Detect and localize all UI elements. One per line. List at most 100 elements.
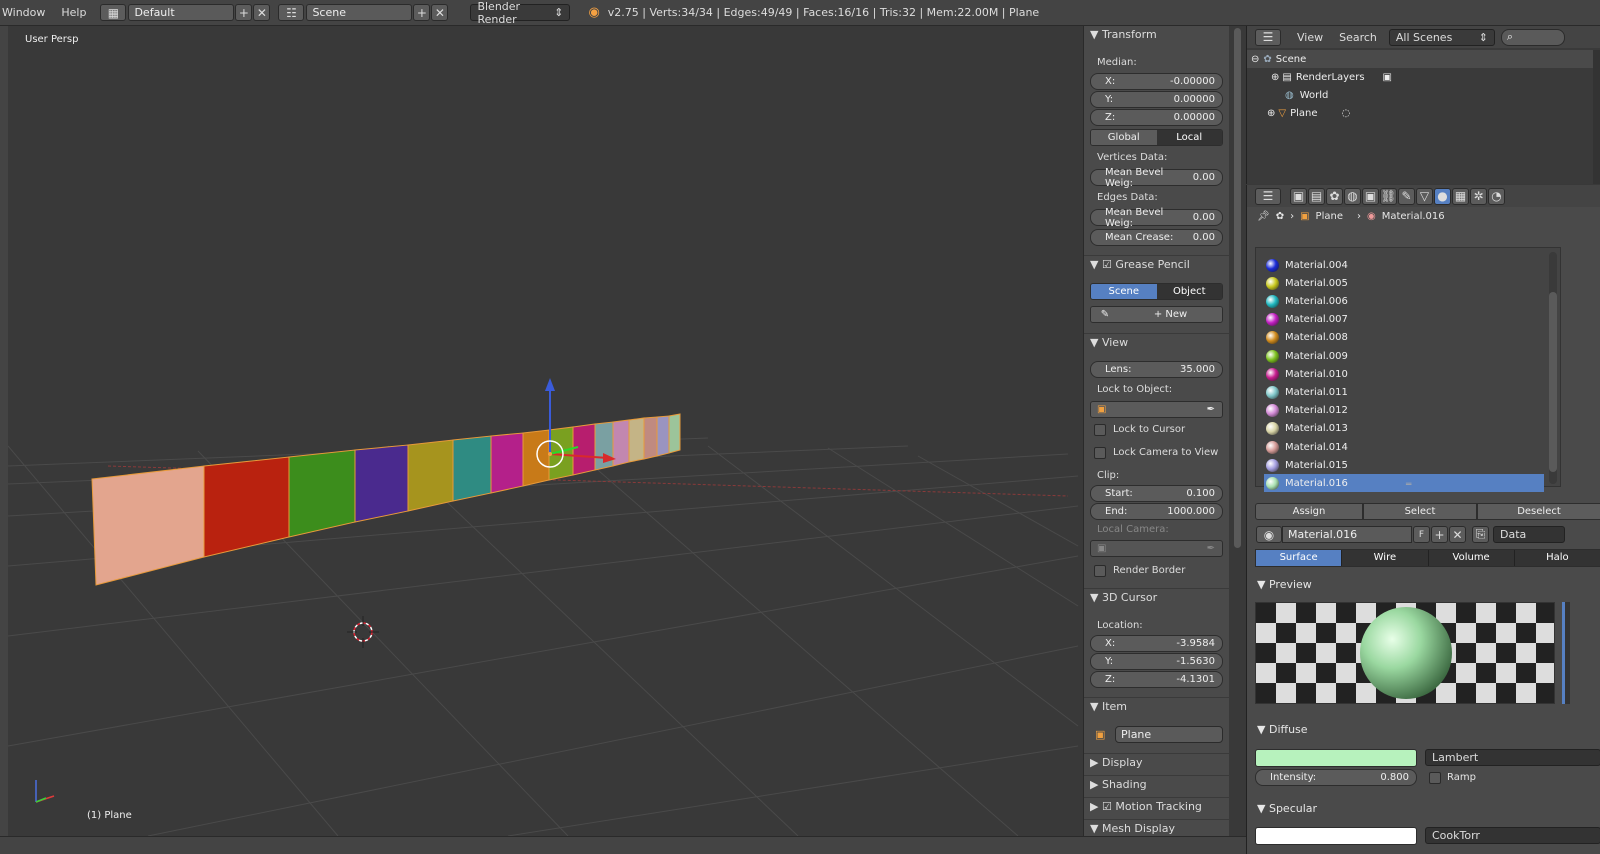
diffuse-shader-select[interactable]: Lambert <box>1425 749 1600 766</box>
material-list-item[interactable]: Material.011 <box>1264 383 1544 401</box>
list-scrollbar[interactable] <box>1549 252 1557 484</box>
layout-field[interactable]: Default <box>128 4 235 21</box>
screen-layout-icon[interactable]: ▦ <box>100 4 127 21</box>
shading-header[interactable]: ▶ Shading <box>1084 775 1230 795</box>
lock-object-field[interactable]: ▣ ✒ <box>1090 401 1223 418</box>
render-engine-select[interactable]: Blender Render ⇕ <box>470 0 571 26</box>
outliner-search-input[interactable]: ⌕ <box>1500 28 1565 46</box>
material-tab-icon[interactable]: ● <box>1434 187 1451 205</box>
wire-tab[interactable]: Wire <box>1341 550 1428 566</box>
z-arrow-head[interactable] <box>545 378 555 391</box>
material-list-item[interactable]: Material.007 <box>1264 311 1544 329</box>
diffuse-color-swatch[interactable] <box>1255 749 1417 767</box>
menu-window[interactable]: Window <box>0 6 53 19</box>
local-button[interactable]: Local <box>1156 130 1222 145</box>
material-list-item[interactable]: Material.012 <box>1264 402 1544 420</box>
n-panel-scrollbar[interactable] <box>1230 26 1245 836</box>
3d-cursor-header[interactable]: ▼ 3D Cursor <box>1084 588 1230 608</box>
assign-button[interactable]: Assign <box>1255 503 1363 520</box>
view-header[interactable]: ▼ View <box>1084 333 1230 353</box>
grease-pencil-header[interactable]: ▼ ☑ Grease Pencil <box>1084 255 1230 275</box>
collapse-icon[interactable]: ⊖ <box>1251 54 1259 65</box>
viewport-canvas[interactable] <box>7 26 1082 837</box>
grease-new-button[interactable]: + New <box>1119 307 1222 322</box>
specular-header[interactable]: ▼ Specular <box>1257 802 1317 815</box>
lock-cursor-checkbox[interactable] <box>1094 424 1106 436</box>
cursor-z-field[interactable]: Z: -4.1301 <box>1090 671 1223 688</box>
diffuse-intensity-slider[interactable]: Intensity: 0.800 <box>1255 769 1417 786</box>
material-slots-list[interactable]: Material.004 Material.005 Material.006 Mate… <box>1255 247 1561 493</box>
render-border-checkbox[interactable] <box>1094 565 1106 577</box>
outliner-row-scene[interactable]: ⊖ ✿ Scene <box>1247 50 1600 68</box>
3d-viewport[interactable]: User Persp (1) Plane <box>7 26 1082 837</box>
mean-bevel-vertex-field[interactable]: Mean Bevel Weig: 0.00 <box>1090 167 1223 189</box>
clip-start-field[interactable]: Start: 0.100 <box>1090 485 1223 502</box>
material-list-item[interactable]: Material.006 <box>1264 292 1544 310</box>
material-list-item[interactable]: Material.010 <box>1264 365 1544 383</box>
outliner-view-menu[interactable]: View <box>1289 31 1331 44</box>
select-button[interactable]: Select <box>1363 503 1477 520</box>
grease-scene-button[interactable]: Scene <box>1091 284 1157 299</box>
pin-icon[interactable]: 📌︎ <box>1257 211 1270 222</box>
item-header[interactable]: ▼ Item <box>1084 697 1230 717</box>
global-button[interactable]: Global <box>1091 130 1157 145</box>
mesh-plane-faces[interactable] <box>91 413 681 586</box>
material-name-field[interactable]: Material.016 <box>1282 526 1412 543</box>
add-scene-button[interactable]: + <box>413 4 431 21</box>
ramp-checkbox[interactable] <box>1429 772 1441 784</box>
properties-editor-type-icon[interactable]: ☰ <box>1255 187 1281 205</box>
new-material-button[interactable]: + <box>1431 526 1448 543</box>
lock-camera-checkbox[interactable] <box>1094 447 1106 459</box>
remove-scene-button[interactable]: ✕ <box>431 4 449 21</box>
object-tab-icon[interactable]: ▣ <box>1362 187 1379 205</box>
preview-side-buttons[interactable] <box>1562 602 1570 704</box>
expand-icon[interactable]: ⊕ <box>1267 108 1275 119</box>
add-layout-button[interactable]: + <box>235 4 253 21</box>
eyedropper-icon[interactable]: ✒ <box>1207 404 1215 415</box>
deselect-button[interactable]: Deselect <box>1477 503 1600 520</box>
median-x-field[interactable]: X: -0.00000 <box>1090 73 1223 90</box>
constraints-tab-icon[interactable]: ⛓ <box>1380 187 1397 205</box>
outliner-filter-select[interactable]: All Scenes ⇕ <box>1388 28 1495 46</box>
diffuse-header[interactable]: ▼ Diffuse <box>1257 723 1308 736</box>
volume-tab[interactable]: Volume <box>1427 550 1514 566</box>
particles-tab-icon[interactable]: ✲ <box>1470 187 1487 205</box>
item-name-field[interactable]: Plane <box>1115 726 1223 743</box>
data-tab-icon[interactable]: ▽ <box>1416 187 1433 205</box>
texture-tab-icon[interactable]: ▦ <box>1452 187 1469 205</box>
physics-tab-icon[interactable]: ◔ <box>1488 187 1505 205</box>
clip-end-field[interactable]: End: 1000.000 <box>1090 503 1223 520</box>
link-select[interactable]: Data <box>1493 526 1565 543</box>
pencil-icon[interactable]: ✎ <box>1091 307 1119 322</box>
material-list-item[interactable]: Material.014 <box>1264 438 1544 456</box>
lens-field[interactable]: Lens: 35.000 <box>1090 361 1223 378</box>
outliner-search-menu[interactable]: Search <box>1331 31 1385 44</box>
material-list-item[interactable]: Material.013 <box>1264 420 1544 438</box>
material-list-item[interactable]: Material.009 <box>1264 347 1544 365</box>
specular-color-swatch[interactable] <box>1255 827 1417 845</box>
halo-tab[interactable]: Halo <box>1513 550 1600 566</box>
median-z-field[interactable]: Z: 0.00000 <box>1090 109 1223 126</box>
scroll-thumb[interactable] <box>1234 28 1241 548</box>
modifiers-tab-icon[interactable]: ✎ <box>1398 187 1415 205</box>
outliner-row-renderlayers[interactable]: ⊕ ▤ RenderLayers ▣ <box>1247 68 1600 86</box>
unlink-material-button[interactable]: ✕ <box>1449 526 1466 543</box>
outliner-row-world[interactable]: ◍ World <box>1247 86 1600 104</box>
scroll-thumb[interactable] <box>1549 292 1557 472</box>
motion-tracking-header[interactable]: ▶ ☑ Motion Tracking <box>1084 797 1230 817</box>
mesh-display-header[interactable]: ▼ Mesh Display <box>1084 819 1230 836</box>
median-y-field[interactable]: Y: 0.00000 <box>1090 91 1223 108</box>
mean-crease-field[interactable]: Mean Crease: 0.00 <box>1090 229 1223 246</box>
menu-help[interactable]: Help <box>53 6 94 19</box>
motion-tracking-checkbox[interactable]: ☑ <box>1102 800 1115 813</box>
material-list-item[interactable]: Material.005 <box>1264 274 1544 292</box>
render-layers-tab-icon[interactable]: ▤ <box>1308 187 1325 205</box>
scene-icon[interactable]: ☷ <box>278 4 305 21</box>
scene-field[interactable]: Scene <box>306 4 413 21</box>
grease-pencil-checkbox[interactable]: ☑ <box>1102 258 1115 271</box>
3d-cursor-icon[interactable] <box>347 616 379 648</box>
cursor-x-field[interactable]: X: -3.9584 <box>1090 635 1223 652</box>
expand-icon[interactable]: ⊕ <box>1271 72 1279 83</box>
render-tab-icon[interactable]: ▣ <box>1290 187 1307 205</box>
material-list-item[interactable]: Material.015 <box>1264 456 1544 474</box>
